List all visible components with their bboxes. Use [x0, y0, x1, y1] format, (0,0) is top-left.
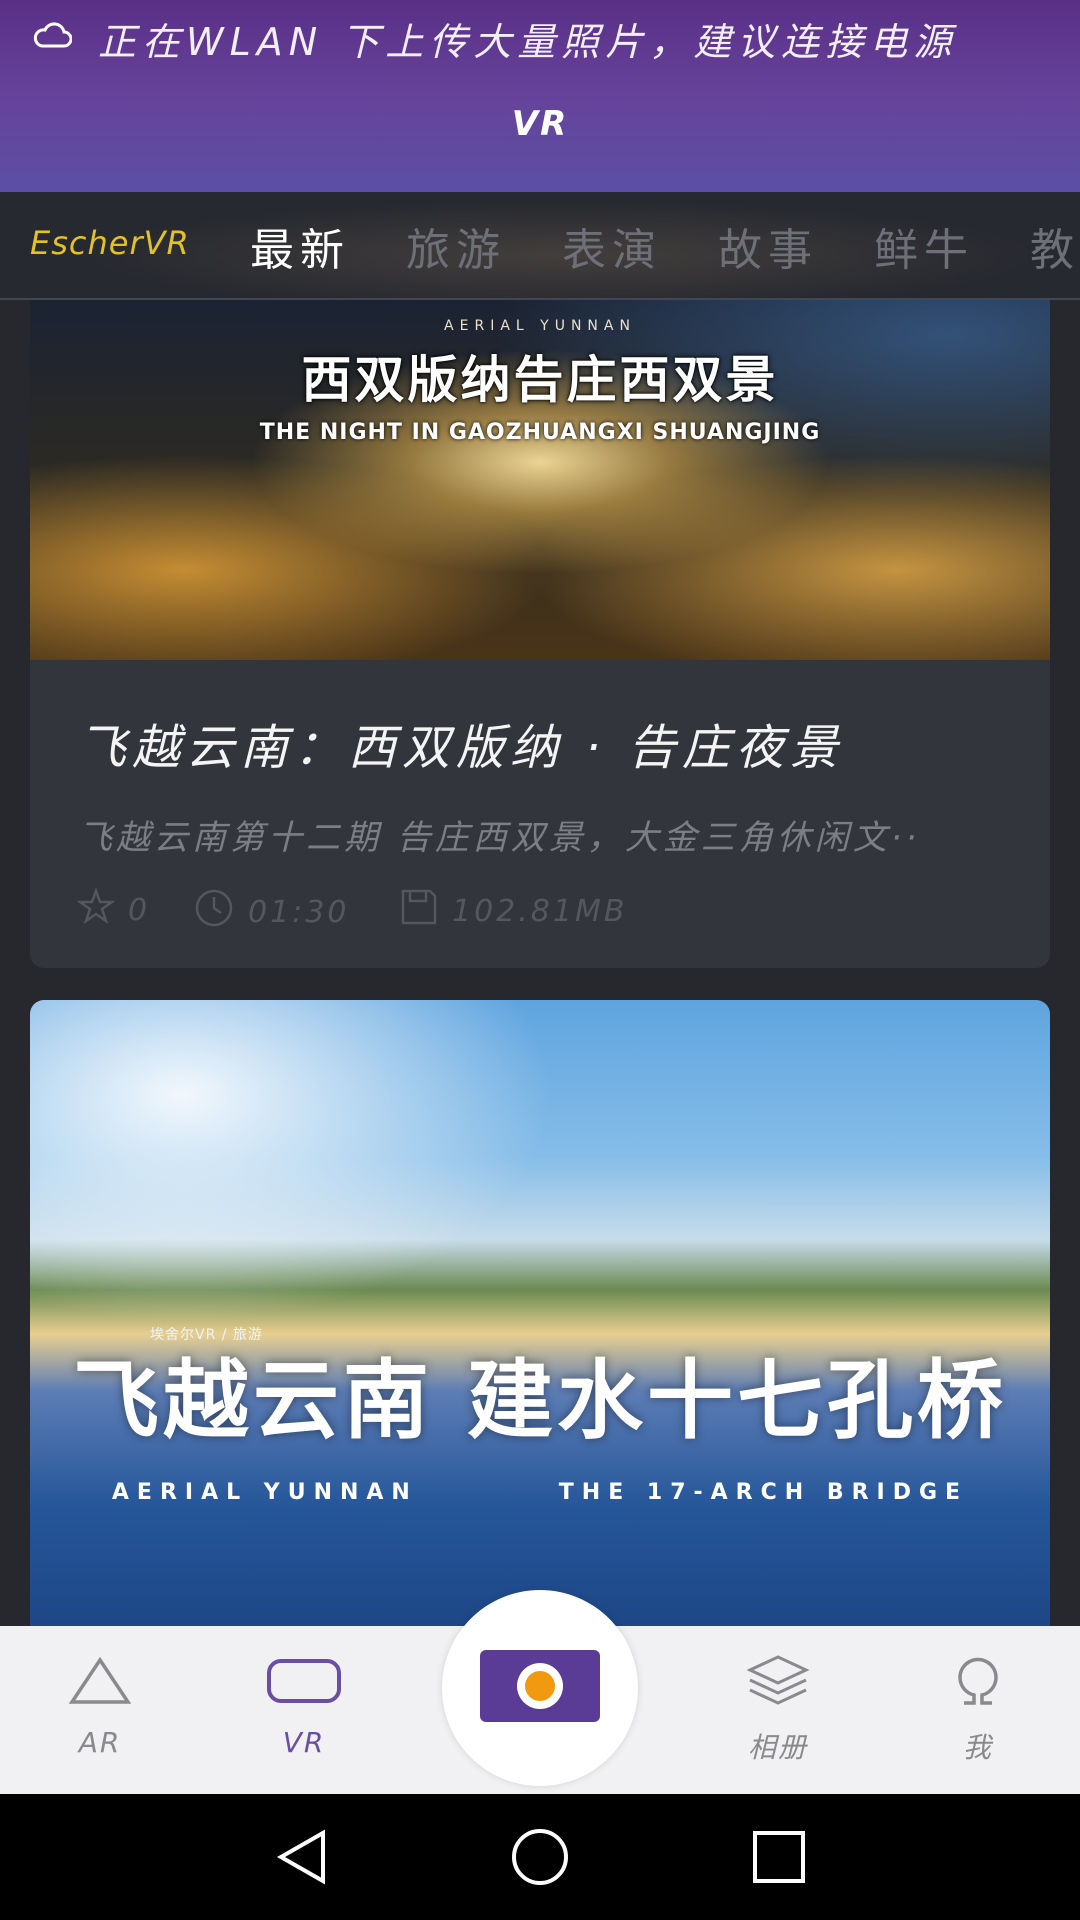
favorite-count-value: 0	[128, 892, 151, 928]
cloud-icon	[32, 22, 73, 54]
thumbnail-subtitle-right: THE 17-ARCH BRIDGE	[558, 1480, 969, 1505]
home-icon[interactable]	[507, 1824, 573, 1890]
notification-text: 正在WLAN 下上传大量照片，建议连接电源	[98, 19, 958, 64]
duration-value: 01:30	[248, 894, 350, 930]
video-description: 飞越云南第十二期 告庄西双景，大金三角休闲文··	[78, 818, 921, 858]
clock-icon	[194, 888, 234, 936]
app-screen: { "notification": { "icon": "cloud-icon"…	[0, 0, 1080, 1920]
thumbnail-overlay-subtitle: THE NIGHT IN GAOZHUANGXI SHUANGJING	[259, 420, 821, 445]
tab-story[interactable]: 故事	[718, 214, 818, 278]
nav-vr[interactable]: VR	[224, 1626, 384, 1794]
app-header: 正在WLAN 下上传大量照片，建议连接电源 VR	[0, 0, 1080, 192]
size-value: 102.81MB	[452, 893, 628, 929]
thumbnail-kicker: AERIAL YUNNAN	[444, 318, 636, 334]
rounded-rect-icon	[266, 1648, 342, 1714]
tab-education[interactable]: 教	[1030, 214, 1080, 278]
tab-performance[interactable]: 表演	[562, 214, 662, 278]
save-icon	[400, 888, 438, 934]
thumbnail-overlay-title: 西双版纳告庄西双景	[301, 351, 779, 409]
upload-notification[interactable]: 正在WLAN 下上传大量照片，建议连接电源	[32, 14, 957, 64]
page-title: VR	[511, 104, 569, 144]
favorite-count[interactable]: 0	[76, 887, 151, 932]
thumbnail-subtitle-left: AERIAL YUNNAN	[111, 1480, 418, 1505]
thumbnail-overlay-subtitle-2: AERIAL YUNNAN THE 17-ARCH BRIDGE	[30, 1480, 1050, 1505]
tab-fresh[interactable]: 鲜牛	[874, 214, 974, 278]
layers-icon	[746, 1648, 810, 1714]
back-icon[interactable]	[268, 1824, 334, 1890]
omega-icon	[950, 1648, 1006, 1714]
nav-me[interactable]: 我	[898, 1626, 1058, 1794]
video-thumbnail-2[interactable]: 埃舍尔VR / 旅游 飞越云南 建水十七孔桥 AERIAL YUNNAN THE…	[30, 1000, 1050, 1630]
recents-icon[interactable]	[746, 1824, 812, 1890]
video-card-info[interactable]: 飞越云南：西双版纳 · 告庄夜景 飞越云南第十二期 告庄西双景，大金三角休闲文·…	[30, 660, 1050, 968]
nav-vr-label: VR	[282, 1726, 326, 1759]
video-size: 102.81MB	[400, 888, 627, 934]
video-thumbnail[interactable]: AERIAL YUNNAN 西双版纳告庄西双景 THE NIGHT IN GAO…	[30, 300, 1050, 660]
star-icon	[76, 887, 116, 932]
nav-ar-label: AR	[78, 1726, 122, 1759]
triangle-icon	[68, 1648, 132, 1714]
nav-album[interactable]: 相册	[698, 1626, 858, 1794]
nav-album-label: 相册	[747, 1731, 808, 1764]
nav-me-label: 我	[962, 1731, 993, 1764]
brand-logo: EscherVR	[30, 224, 190, 262]
tab-travel[interactable]: 旅游	[406, 214, 506, 278]
capture-button[interactable]	[442, 1590, 638, 1786]
camera-icon	[479, 1649, 601, 1727]
system-navigation-bar	[0, 1794, 1080, 1920]
category-tab-bar: EscherVR 最新 旅游 表演 故事 鲜牛 教	[0, 192, 1080, 300]
tab-latest[interactable]: 最新	[250, 214, 350, 278]
video-title: 飞越云南：西双版纳 · 告庄夜景	[78, 720, 844, 776]
nav-ar[interactable]: AR	[20, 1626, 180, 1794]
video-duration: 01:30	[194, 888, 349, 936]
thumbnail-overlay-title-2: 飞越云南 建水十七孔桥	[73, 1351, 1007, 1451]
